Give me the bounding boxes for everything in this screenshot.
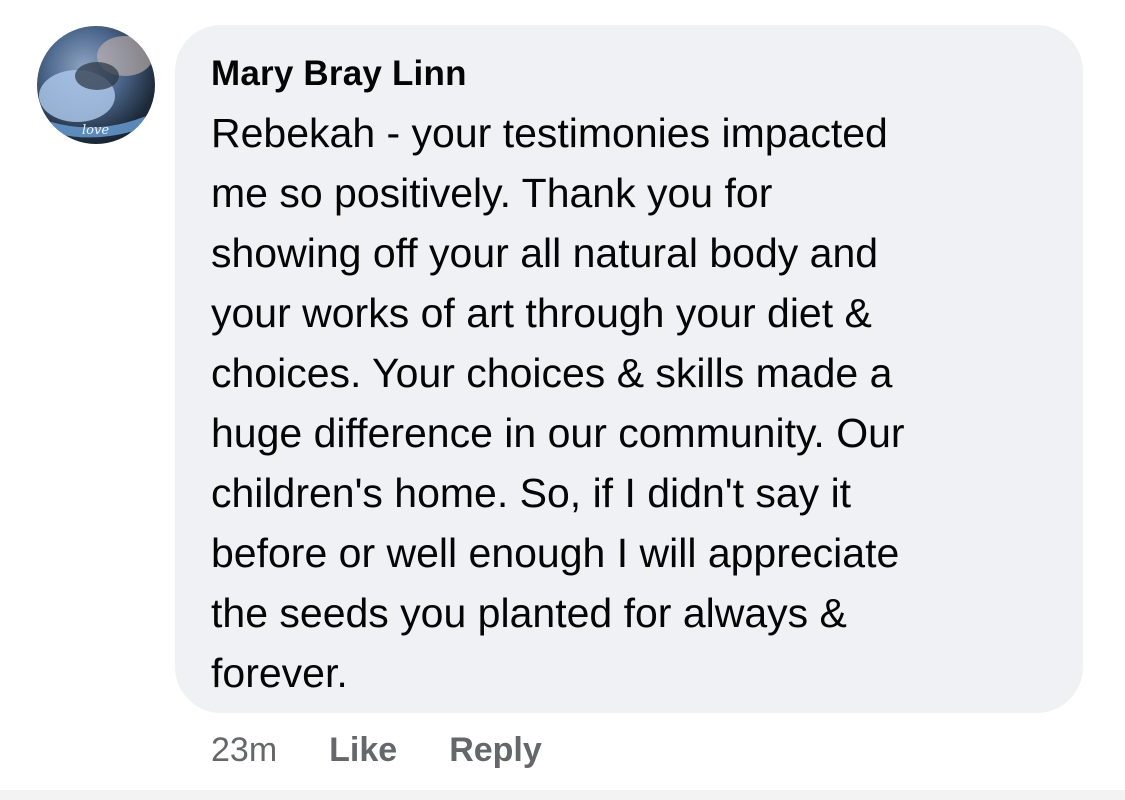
comment-thread: love Mary Bray Linn Rebekah - your testi…: [0, 0, 1125, 800]
comment-timestamp[interactable]: 23m: [211, 731, 277, 770]
comment-actions: 23m Like Reply: [211, 728, 594, 772]
avatar[interactable]: love: [37, 26, 155, 144]
reply-button[interactable]: Reply: [449, 731, 542, 770]
comment-author[interactable]: Mary Bray Linn: [211, 54, 467, 94]
avatar-photo: love: [39, 36, 153, 138]
avatar-overlay-text: love: [82, 123, 109, 138]
divider: [0, 790, 1125, 800]
like-button[interactable]: Like: [329, 731, 397, 770]
comment-bubble: Mary Bray Linn Rebekah - your testimonie…: [175, 25, 1083, 713]
comment-text: Rebekah - your testimonies impacted me s…: [211, 110, 905, 696]
